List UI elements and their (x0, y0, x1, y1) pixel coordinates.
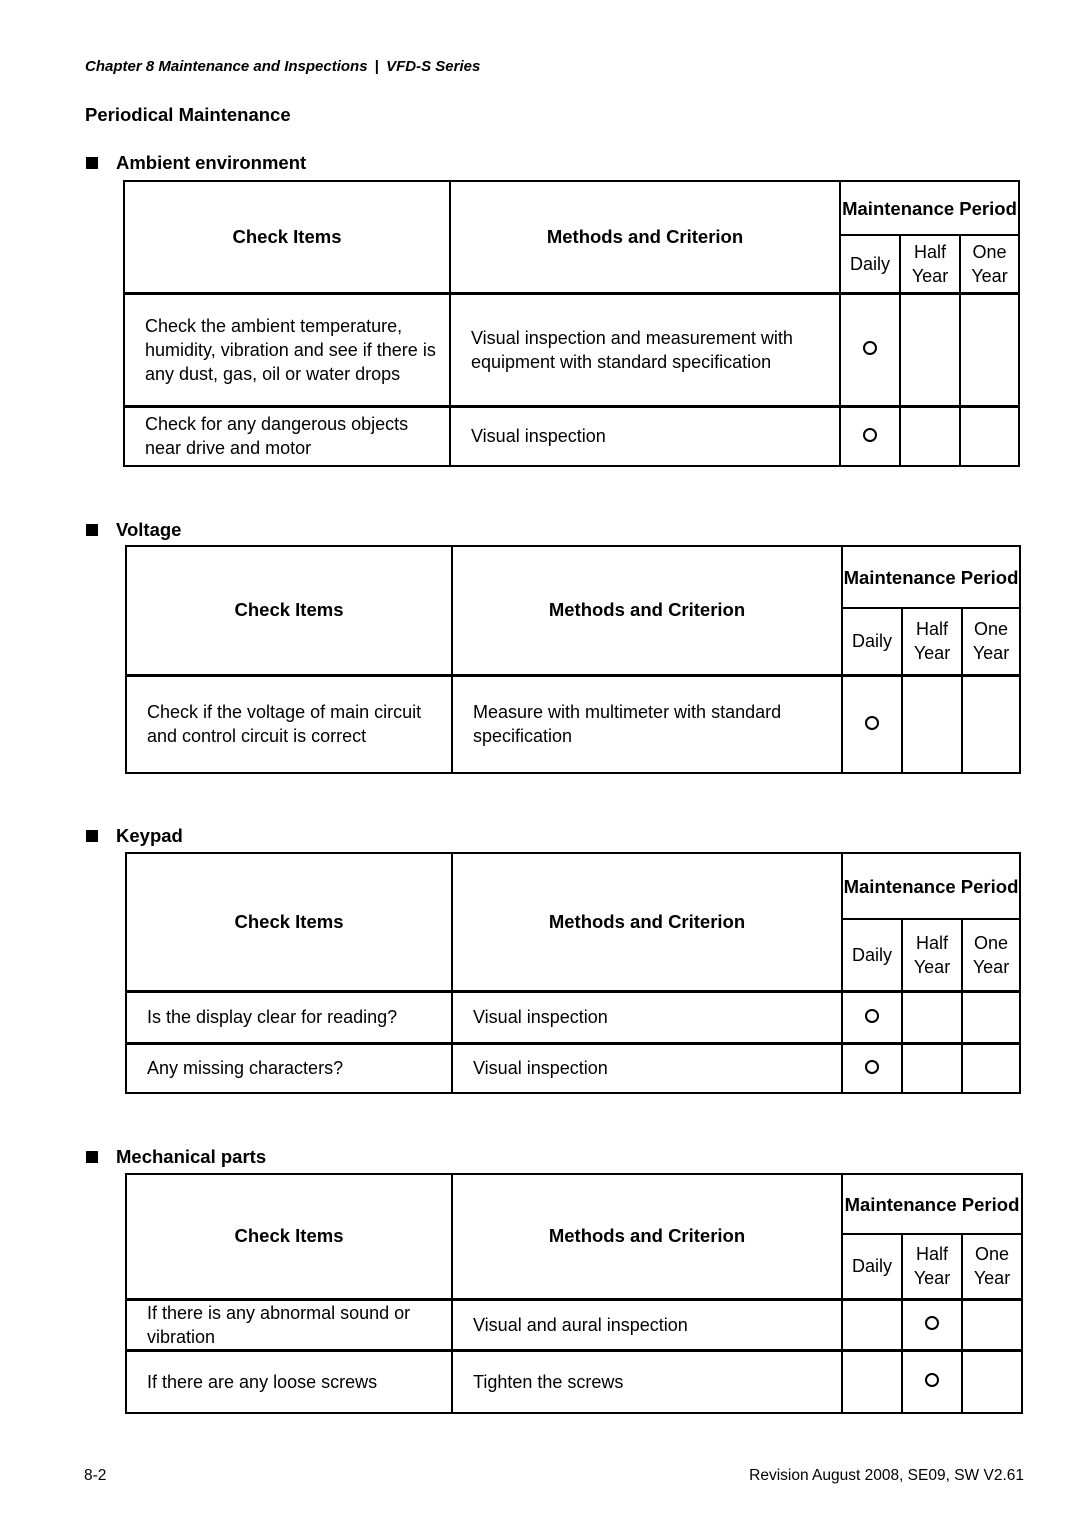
table-row: Check the ambient temperature, humidity,… (123, 291, 1020, 407)
header-maintenance-period: Maintenance Period (841, 545, 1021, 609)
one-year-cell (961, 989, 1021, 1044)
page-number: 8-2 (84, 1467, 107, 1484)
method-criterion: Visual and aural inspection (451, 1297, 843, 1351)
header-one-year: One Year (961, 918, 1021, 992)
daily-cell (841, 989, 903, 1044)
one-year-cell (961, 1348, 1023, 1414)
daily-cell (841, 1348, 903, 1414)
header-half-year: Half Year (901, 607, 963, 676)
square-bullet-icon (86, 830, 98, 842)
square-bullet-icon (86, 157, 98, 169)
daily-cell (839, 404, 901, 467)
header-half-year: Half Year (901, 918, 963, 992)
section-heading: Ambient environment (86, 152, 306, 174)
maintenance-table: Check Items Methods and Criterion Mainte… (123, 180, 1020, 467)
method-criterion: Measure with multimeter with standard sp… (451, 673, 843, 774)
method-criterion: Visual inspection (449, 404, 841, 467)
header-methods: Methods and Criterion (451, 545, 843, 676)
daily-cell (841, 1297, 903, 1351)
maintenance-table: Check Items Methods and Criterion Mainte… (125, 852, 1021, 1094)
half-year-cell (901, 1348, 963, 1414)
circle-mark-icon (865, 715, 879, 730)
circle-mark-icon (865, 1059, 879, 1074)
method-criterion: Visual inspection and measurement with e… (449, 291, 841, 407)
table-row: If there are any loose screws Tighten th… (125, 1348, 1023, 1414)
circle-mark-icon (863, 427, 877, 442)
header-half-year: Half Year (899, 234, 961, 294)
one-year-cell (961, 1297, 1023, 1351)
check-item: If there are any loose screws (125, 1348, 453, 1414)
table-row: Any missing characters? Visual inspectio… (125, 1041, 1021, 1094)
header-daily: Daily (839, 234, 901, 294)
maintenance-table: Check Items Methods and Criterion Mainte… (125, 1173, 1023, 1414)
one-year-cell (959, 291, 1020, 407)
one-year-cell (961, 1041, 1021, 1094)
half-year-cell (899, 404, 961, 467)
header-half-year: Half Year (901, 1233, 963, 1300)
header-check-items: Check Items (125, 545, 453, 676)
table-row: Is the display clear for reading? Visual… (125, 989, 1021, 1044)
method-criterion: Visual inspection (451, 989, 843, 1044)
header-check-items: Check Items (123, 180, 451, 294)
chapter-title: Chapter 8 Maintenance and Inspections (85, 58, 368, 75)
check-item: Any missing characters? (125, 1041, 453, 1094)
half-year-cell (901, 1297, 963, 1351)
check-item: Check for any dangerous objects near dri… (123, 404, 451, 467)
page-title: Periodical Maintenance (85, 104, 291, 125)
half-year-cell (901, 989, 963, 1044)
half-year-cell (901, 1041, 963, 1094)
half-year-cell (901, 673, 963, 774)
header-one-year: One Year (961, 607, 1021, 676)
section-title: Keypad (116, 825, 183, 846)
circle-mark-icon (925, 1316, 939, 1330)
daily-cell (841, 673, 903, 774)
header-maintenance-period: Maintenance Period (841, 852, 1021, 920)
series-name: VFD-S Series (386, 58, 481, 75)
circle-mark-icon (863, 341, 877, 355)
section-heading: Keypad (86, 825, 183, 847)
section-title: Ambient environment (116, 152, 307, 173)
table-row: If there is any abnormal sound or vibrat… (125, 1297, 1023, 1351)
square-bullet-icon (86, 524, 98, 536)
half-year-cell (899, 291, 961, 407)
circle-mark-icon (925, 1373, 939, 1388)
daily-cell (841, 1041, 903, 1094)
header-daily: Daily (841, 918, 903, 992)
revision-info: Revision August 2008, SE09, SW V2.61 (749, 1467, 1024, 1484)
check-item: Check if the voltage of main circuit and… (125, 673, 453, 774)
square-bullet-icon (86, 1151, 98, 1163)
method-criterion: Tighten the screws (451, 1348, 843, 1414)
table-row: Check if the voltage of main circuit and… (125, 673, 1021, 774)
header-methods: Methods and Criterion (451, 852, 843, 992)
check-item: Check the ambient temperature, humidity,… (123, 291, 451, 407)
header-methods: Methods and Criterion (451, 1173, 843, 1300)
header-maintenance-period: Maintenance Period (839, 180, 1020, 236)
section-heading: Mechanical parts (86, 1146, 266, 1168)
header-one-year: One Year (961, 1233, 1023, 1300)
maintenance-table: Check Items Methods and Criterion Mainte… (125, 545, 1021, 774)
method-criterion: Visual inspection (451, 1041, 843, 1094)
header-one-year: One Year (959, 234, 1020, 294)
daily-cell (839, 291, 901, 407)
check-item: Is the display clear for reading? (125, 989, 453, 1044)
one-year-cell (961, 673, 1021, 774)
section-title: Mechanical parts (116, 1146, 267, 1167)
header-maintenance-period: Maintenance Period (841, 1173, 1023, 1235)
header-methods: Methods and Criterion (449, 180, 841, 294)
section-heading: Voltage (86, 519, 181, 541)
header-daily: Daily (841, 1233, 903, 1300)
table-row: Check for any dangerous objects near dri… (123, 404, 1020, 467)
section-title: Voltage (116, 519, 182, 540)
one-year-cell (959, 404, 1020, 467)
header-check-items: Check Items (125, 1173, 453, 1300)
header-daily: Daily (841, 607, 903, 676)
chapter-header: Chapter 8 Maintenance and Inspections | … (85, 58, 480, 75)
header-check-items: Check Items (125, 852, 453, 992)
check-item: If there is any abnormal sound or vibrat… (125, 1297, 453, 1351)
header-separator: | (374, 58, 379, 75)
circle-mark-icon (865, 1008, 879, 1023)
